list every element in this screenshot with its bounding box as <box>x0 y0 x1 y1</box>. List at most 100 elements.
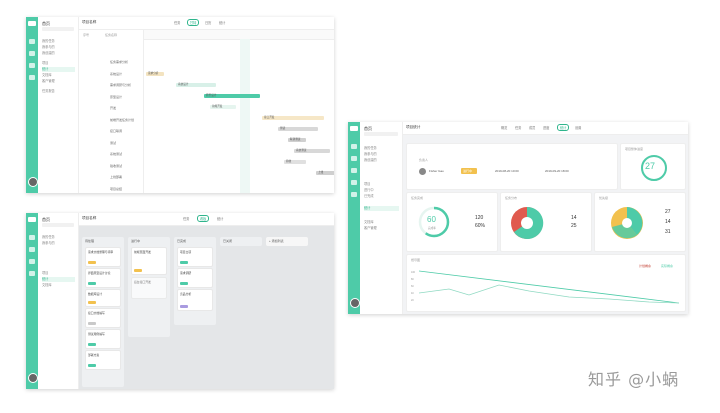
avatar[interactable] <box>28 177 38 187</box>
gantt-bar[interactable]: 上线 <box>316 171 334 175</box>
sidebar-item[interactable]: 我参与的 <box>42 45 75 50</box>
sidebar-item[interactable]: 客户管理 <box>364 226 399 231</box>
tab[interactable]: 任务 <box>174 20 180 25</box>
y-tick: 40 <box>411 292 414 295</box>
sidebar-item[interactable]: 我创建的 <box>364 158 399 163</box>
tab[interactable]: 任务 <box>515 125 521 130</box>
gantt-bar[interactable]: 系统测试 <box>294 149 330 153</box>
ring-value: 60 <box>427 215 436 224</box>
tab[interactable]: 进度 <box>543 125 549 130</box>
task-row[interactable]: 系统设计 <box>110 72 122 76</box>
tab[interactable]: 设置 <box>575 125 581 130</box>
sidebar-item[interactable]: 项目 <box>42 271 75 276</box>
sidebar-item[interactable]: 文档库 <box>42 283 75 288</box>
avatar[interactable] <box>350 298 360 308</box>
distribution-card: 任务分布 14 25 <box>500 192 592 252</box>
sidebar-item[interactable]: 任务报告 <box>42 89 75 94</box>
task-icon[interactable] <box>29 51 35 56</box>
chart-icon[interactable] <box>29 75 35 80</box>
task-row[interactable]: 系统测试 <box>110 152 122 156</box>
gantt-bar[interactable]: 验收 <box>284 160 306 164</box>
kanban-card[interactable]: 测试用例编写 <box>85 329 121 349</box>
sidebar-item[interactable]: 客户管理 <box>42 79 75 84</box>
gantt-bar-label: 测试 <box>280 127 286 130</box>
task-row[interactable]: 项目总结 <box>110 187 122 191</box>
kanban-card[interactable]: 数据库设计 <box>85 289 121 307</box>
sidebar-item-active[interactable]: 统计 <box>42 67 75 72</box>
legend-planned: 计划剩余 <box>639 264 652 268</box>
tab-active[interactable]: 看板 <box>197 215 210 222</box>
task-row[interactable]: 上线部署 <box>110 175 122 179</box>
stats-screenshot: 首页 我的任务 我参与的 我创建的 项目 进行中 已完成 统计 文档库 客户管理… <box>348 122 688 314</box>
sidebar-item[interactable]: 我参与的 <box>364 152 399 157</box>
project-icon[interactable] <box>29 63 35 68</box>
gantt-bar[interactable]: 原型设计 <box>204 94 260 98</box>
gantt-bar[interactable]: 系统设计 <box>176 83 216 87</box>
task-row[interactable]: 开发 <box>110 106 116 110</box>
kanban-card[interactable]: 项目立项 <box>177 247 213 267</box>
task-icon[interactable] <box>29 247 35 252</box>
sidebar-item[interactable]: 我的任务 <box>42 235 75 240</box>
chart-icon[interactable] <box>351 180 357 185</box>
kanban-card[interactable]: 需求调研 <box>177 268 213 288</box>
ring-sub: 完成率 <box>428 227 436 230</box>
task-table: 序号 任务名称 <box>79 30 144 193</box>
gantt-bar[interactable]: 需求分析 <box>146 72 164 76</box>
tab[interactable]: 统计 <box>217 216 223 221</box>
home-icon[interactable] <box>351 144 357 149</box>
doc-icon[interactable] <box>351 192 357 197</box>
tab-active[interactable]: 统计 <box>557 124 570 131</box>
gantt-bar[interactable]: 测试 <box>278 127 318 131</box>
gantt-bar[interactable]: 联调测试 <box>288 138 306 142</box>
kanban-card[interactable]: 部署方案 <box>85 350 121 370</box>
sidebar-item[interactable]: 我参与的 <box>42 241 75 246</box>
tab[interactable]: 成员 <box>529 125 535 130</box>
project-icon[interactable] <box>351 168 357 173</box>
kanban-card[interactable]: 后台接口开发 <box>131 277 167 299</box>
sidebar-item[interactable]: 进行中 <box>364 188 399 193</box>
kanban-column: 已关闭 <box>220 237 262 246</box>
project-icon[interactable] <box>29 259 35 264</box>
tab[interactable]: 概览 <box>501 125 507 130</box>
task-row[interactable]: 接口联调 <box>110 129 122 133</box>
home-icon[interactable] <box>29 235 35 240</box>
add-column-button[interactable]: + 添加列表 <box>266 237 308 246</box>
task-row[interactable]: 需求调研与分析 <box>110 83 131 87</box>
kanban-card[interactable]: 竞品分析 <box>177 289 213 311</box>
avatar[interactable] <box>28 373 38 383</box>
tab[interactable]: 日历 <box>205 20 211 25</box>
sidebar-item[interactable]: 文档库 <box>42 73 75 78</box>
task-row[interactable]: 测试 <box>110 141 116 145</box>
tab-active[interactable]: 甘特 <box>187 19 200 26</box>
kanban-card[interactable]: 接口文档编写 <box>85 308 121 328</box>
chart-icon[interactable] <box>29 271 35 276</box>
sidebar-item[interactable]: 项目 <box>364 182 399 187</box>
task-row[interactable]: 前端开发任务计划 <box>110 118 134 122</box>
gantt-bar[interactable]: 接口开发 <box>262 116 324 120</box>
task-row[interactable]: 验收测试 <box>110 164 122 168</box>
sidebar-item[interactable]: 我的任务 <box>364 146 399 151</box>
sidebar-search[interactable] <box>42 27 74 31</box>
app-logo <box>28 21 36 26</box>
sidebar-item[interactable]: 项目 <box>42 61 75 66</box>
task-icon[interactable] <box>351 156 357 161</box>
tab[interactable]: 统计 <box>219 20 225 25</box>
sidebar-item[interactable]: 我创建的 <box>42 51 75 56</box>
home-icon[interactable] <box>29 39 35 44</box>
gantt-bar[interactable]: 前端开发 <box>210 105 236 109</box>
sidebar-item-active[interactable]: 统计 <box>42 277 75 282</box>
task-row[interactable]: 原型设计 <box>110 95 122 99</box>
task-row[interactable]: 任务需求分析 <box>110 60 128 64</box>
sidebar-item[interactable]: 已完成 <box>364 194 399 199</box>
sidebar-item[interactable]: 我的任务 <box>42 39 75 44</box>
kanban-card[interactable]: 界面原型设计讨论 <box>85 268 121 288</box>
kanban-card[interactable]: 前端页面开发 <box>131 247 167 275</box>
sidebar-search[interactable] <box>364 132 398 136</box>
end-date: 2019-09-20 18:00 <box>545 169 569 173</box>
sidebar-search[interactable] <box>42 223 74 227</box>
kanban-card[interactable]: 需求文档整理与评审 <box>85 247 121 267</box>
tab[interactable]: 任务 <box>183 216 189 221</box>
sidebar-item[interactable]: 文档库 <box>364 220 399 225</box>
sidebar-item-active[interactable]: 统计 <box>364 206 399 211</box>
column-title: 已关闭 <box>223 239 233 243</box>
